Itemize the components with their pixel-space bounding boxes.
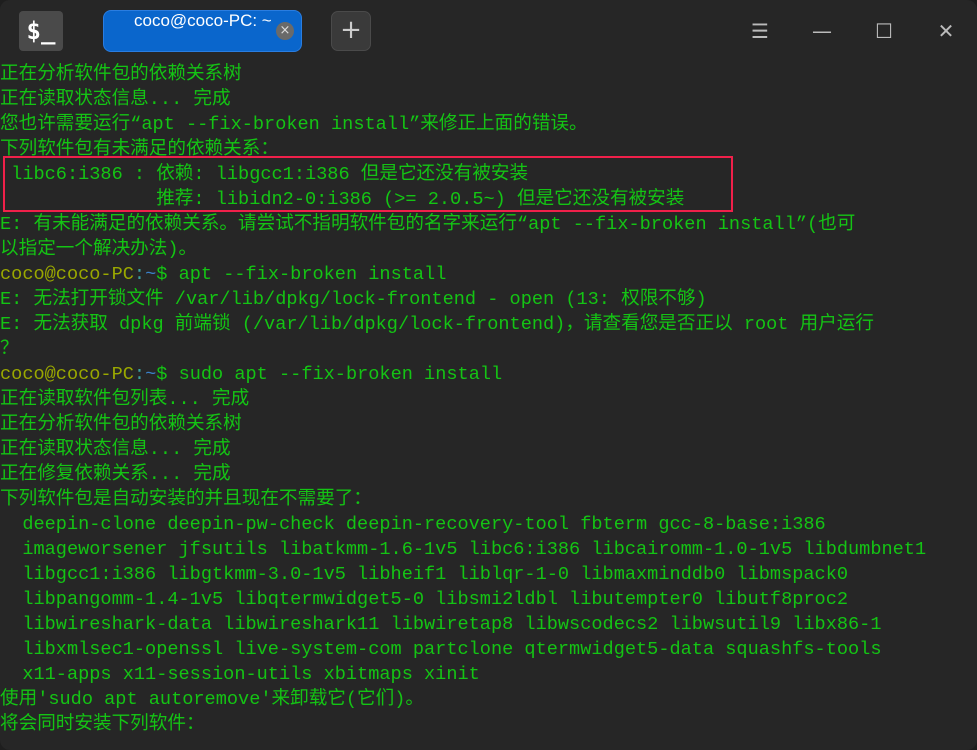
- terminal-line: ？: [0, 337, 977, 362]
- terminal-app-icon: $_: [19, 11, 63, 51]
- terminal-text: 使用'sudo apt autoremove'来卸载它(它们)。: [0, 689, 424, 710]
- terminal-line: coco@coco-PC:~$ apt --fix-broken install: [0, 262, 977, 287]
- close-icon[interactable]: ✕: [931, 16, 961, 46]
- terminal-line: E: 有未能满足的依赖关系。请尝试不指明软件包的名字来运行“apt --fix-…: [0, 212, 977, 237]
- terminal-line: 将会同时安装下列软件：: [0, 712, 977, 737]
- terminal-line: libc6:i386 : 依赖: libgcc1:i386 但是它还没有被安装: [0, 162, 977, 187]
- title-bar: $_ coco@coco-PC: ~ × + ☰ — ☐ ✕: [0, 0, 977, 62]
- prompt-user: coco@coco-PC: [0, 364, 134, 385]
- terminal-text: $: [156, 264, 179, 285]
- prompt-user: coco@coco-PC: [0, 264, 134, 285]
- terminal-text: 正在读取软件包列表... 完成: [0, 389, 250, 410]
- terminal-line: 正在读取状态信息... 完成: [0, 437, 977, 462]
- terminal-text: libgcc1:i386 libgtkmm-3.0-1v5 libheif1 l…: [0, 564, 849, 585]
- terminal-text: $: [156, 364, 179, 385]
- terminal-line: 推荐: libidn2-0:i386 (>= 2.0.5~) 但是它还没有被安装: [0, 187, 977, 212]
- terminal-line: 下列软件包是自动安装的并且现在不需要了：: [0, 487, 977, 512]
- terminal-text: 正在分析软件包的依赖关系树: [0, 64, 242, 85]
- terminal-line: 您也许需要运行“apt --fix-broken install”来修正上面的错…: [0, 112, 977, 137]
- terminal-output[interactable]: 正在分析软件包的依赖关系树 正在读取状态信息... 完成您也许需要运行“apt -…: [0, 62, 977, 750]
- tab-label: coco@coco-PC: ~: [134, 11, 272, 30]
- prompt-path: ~: [145, 264, 157, 285]
- terminal-text: 将会同时安装下列软件：: [0, 714, 205, 735]
- terminal-line: 正在读取状态信息... 完成: [0, 87, 977, 112]
- terminal-line: 下列软件包有未满足的依赖关系：: [0, 137, 977, 162]
- terminal-line: libxmlsec1-openssl live-system-com partc…: [0, 637, 977, 662]
- terminal-text: 您也许需要运行“apt --fix-broken install”来修正上面的错…: [0, 114, 588, 135]
- terminal-text: sudo apt --fix-broken install: [178, 364, 503, 385]
- terminal-text: deepin-clone deepin-pw-check deepin-reco…: [0, 514, 826, 535]
- terminal-line: 正在分析软件包的依赖关系树: [0, 62, 977, 87]
- terminal-line: libpangomm-1.4-1v5 libqtermwidget5-0 lib…: [0, 587, 977, 612]
- add-tab-button[interactable]: +: [331, 11, 371, 51]
- terminal-window: $_ coco@coco-PC: ~ × + ☰ — ☐ ✕ 正在分析软件包的依…: [0, 0, 977, 750]
- terminal-text: imageworsener jfsutils libatkmm-1.6-1v5 …: [0, 539, 927, 560]
- terminal-line: imageworsener jfsutils libatkmm-1.6-1v5 …: [0, 537, 977, 562]
- terminal-text: 推荐: libidn2-0:i386 (>= 2.0.5~) 但是它还没有被安装: [0, 189, 685, 210]
- terminal-line: coco@coco-PC:~$ sudo apt --fix-broken in…: [0, 362, 977, 387]
- terminal-text: 下列软件包有未满足的依赖关系：: [0, 139, 279, 160]
- terminal-line: 正在读取软件包列表... 完成: [0, 387, 977, 412]
- terminal-text: libpangomm-1.4-1v5 libqtermwidget5-0 lib…: [0, 589, 849, 610]
- terminal-text: 以指定一个解决办法)。: [0, 239, 198, 260]
- terminal-line: x11-apps x11-session-utils xbitmaps xini…: [0, 662, 977, 687]
- terminal-line: 正在分析软件包的依赖关系树: [0, 412, 977, 437]
- terminal-text: libxmlsec1-openssl live-system-com partc…: [0, 639, 882, 660]
- terminal-text: apt --fix-broken install: [178, 264, 447, 285]
- terminal-text: 正在读取状态信息... 完成: [0, 439, 231, 460]
- terminal-text: :: [133, 264, 146, 285]
- minimize-icon[interactable]: —: [807, 16, 837, 46]
- terminal-text: 正在分析软件包的依赖关系树: [0, 414, 242, 435]
- menu-icon[interactable]: ☰: [745, 16, 775, 46]
- terminal-text: E: 有未能满足的依赖关系。请尝试不指明软件包的名字来运行“apt --fix-…: [0, 214, 856, 235]
- terminal-line: E: 无法获取 dpkg 前端锁 (/var/lib/dpkg/lock-fro…: [0, 312, 977, 337]
- terminal-text: 下列软件包是自动安装的并且现在不需要了：: [0, 489, 372, 510]
- terminal-text: ？: [0, 339, 19, 360]
- terminal-line: deepin-clone deepin-pw-check deepin-reco…: [0, 512, 977, 537]
- prompt-path: ~: [145, 364, 157, 385]
- terminal-text: 正在修复依赖关系... 完成: [0, 464, 231, 485]
- terminal-line: 以指定一个解决办法)。: [0, 237, 977, 262]
- terminal-line: E: 无法打开锁文件 /var/lib/dpkg/lock-frontend -…: [0, 287, 977, 312]
- tab-coco-home[interactable]: coco@coco-PC: ~ ×: [103, 10, 302, 52]
- terminal-line: libgcc1:i386 libgtkmm-3.0-1v5 libheif1 l…: [0, 562, 977, 587]
- terminal-line: 正在修复依赖关系... 完成: [0, 462, 977, 487]
- terminal-text: E: 无法打开锁文件 /var/lib/dpkg/lock-frontend -…: [0, 289, 707, 310]
- maximize-icon[interactable]: ☐: [869, 16, 899, 46]
- terminal-text: :: [133, 364, 146, 385]
- terminal-text: x11-apps x11-session-utils xbitmaps xini…: [0, 664, 480, 685]
- terminal-text: 正在读取状态信息... 完成: [0, 89, 231, 110]
- terminal-text: libc6:i386 : 依赖: libgcc1:i386 但是它还没有被安装: [0, 164, 529, 185]
- terminal-line: libwireshark-data libwireshark11 libwire…: [0, 612, 977, 637]
- terminal-line: 使用'sudo apt autoremove'来卸载它(它们)。: [0, 687, 977, 712]
- terminal-text: libwireshark-data libwireshark11 libwire…: [0, 614, 882, 635]
- terminal-text: E: 无法获取 dpkg 前端锁 (/var/lib/dpkg/lock-fro…: [0, 314, 874, 335]
- tab-close-icon[interactable]: ×: [276, 22, 294, 40]
